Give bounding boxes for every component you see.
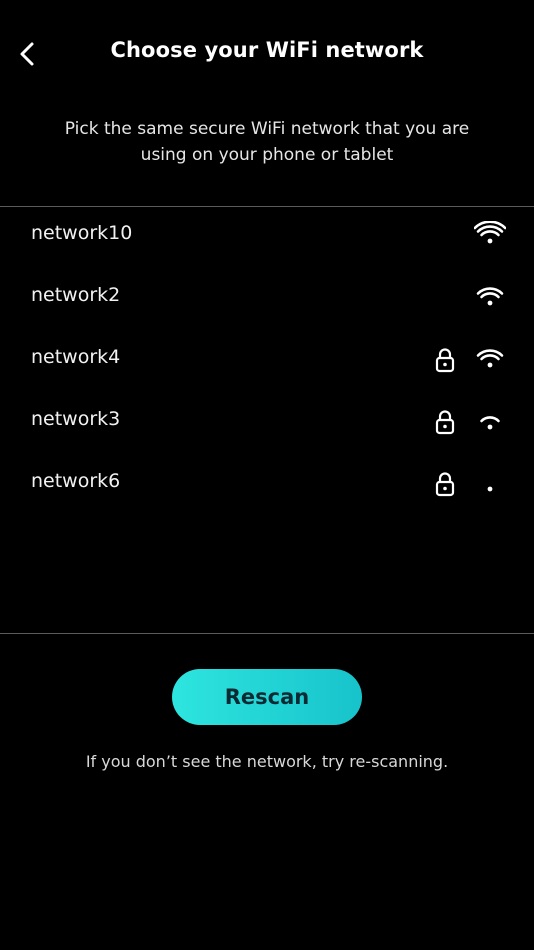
rescan-button[interactable]: Rescan	[172, 669, 362, 725]
wifi-signal-icon	[474, 407, 506, 433]
network-row[interactable]: network10	[0, 206, 534, 268]
network-row[interactable]: network2	[0, 268, 534, 330]
network-name: network10	[31, 222, 133, 244]
wifi-signal-icon	[474, 469, 506, 495]
lock-icon	[434, 409, 456, 435]
lock-icon	[434, 471, 456, 497]
lock-icon	[434, 347, 456, 373]
rescan-hint: If you don’t see the network, try re-sca…	[85, 752, 449, 771]
network-name: network6	[31, 470, 121, 492]
header: Choose your WiFi network	[0, 0, 534, 108]
network-name: network3	[31, 408, 121, 430]
page-subtitle: Pick the same secure WiFi network that y…	[64, 119, 470, 165]
network-row[interactable]: network3	[0, 392, 534, 454]
list-bottom-divider	[0, 633, 534, 634]
network-name: network4	[31, 346, 121, 368]
wifi-signal-icon	[474, 345, 506, 371]
network-list: network10 network2 network4 network3 network…	[0, 206, 534, 516]
page-title: Choose your WiFi network	[110, 38, 424, 62]
wifi-signal-icon	[473, 220, 507, 247]
wifi-signal-icon	[474, 283, 506, 309]
network-name: network2	[31, 284, 121, 306]
network-row[interactable]: network4	[0, 330, 534, 392]
network-row[interactable]: network6	[0, 454, 534, 516]
